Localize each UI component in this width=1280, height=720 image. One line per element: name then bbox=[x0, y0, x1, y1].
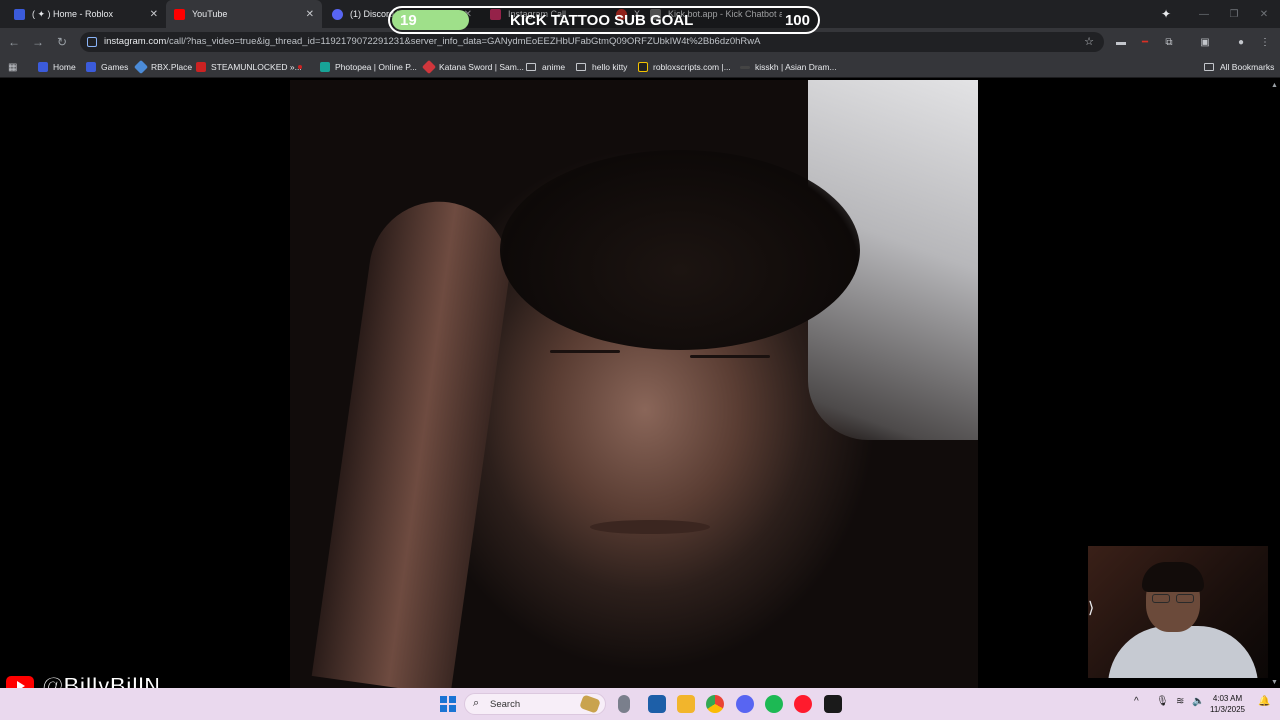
shirt-shape bbox=[1108, 626, 1258, 678]
roblox-favicon-icon bbox=[14, 8, 25, 20]
maximize-icon[interactable]: ❐ bbox=[1218, 0, 1250, 28]
bookmark-photopea[interactable]: Photopea | Online P... bbox=[320, 60, 417, 74]
side-panel-icon[interactable]: ▣ bbox=[1198, 35, 1212, 49]
chrome-app-icon[interactable] bbox=[706, 695, 724, 713]
taskbar-search[interactable]: ⌕ Search bbox=[464, 693, 606, 715]
clock-date: 11/3/2025 bbox=[1210, 705, 1245, 714]
sub-goal-overlay: 19 KICK TATTOO SUB GOAL 100 bbox=[388, 6, 820, 34]
url-text: instagram.com/call/?has_video=true&ig_th… bbox=[104, 36, 761, 47]
bookmark-untitled[interactable] bbox=[298, 60, 307, 74]
bookmark-games[interactable]: Games bbox=[86, 60, 128, 74]
goal-target: 100 bbox=[784, 12, 810, 29]
widgets-app-icon[interactable] bbox=[648, 695, 666, 713]
reload-icon[interactable]: ↻ bbox=[54, 34, 70, 50]
page-scrollbar[interactable]: ▲ ▼ bbox=[1268, 80, 1280, 688]
goal-title: KICK TATTOO SUB GOAL bbox=[510, 12, 694, 29]
arm-shape bbox=[311, 192, 519, 688]
close-icon[interactable]: ✕ bbox=[150, 9, 158, 20]
bookmark-katana-sword[interactable]: Katana Sword | Sam... bbox=[421, 59, 524, 75]
taskbar: ⌕ Search ^ 🎙 ≋ 🔈 4:03 AM 11/3/2025 🔔 bbox=[0, 688, 1280, 720]
discord-app-icon[interactable] bbox=[736, 695, 754, 713]
bookmark-steamunlocked[interactable]: STEAMUNLOCKED »... bbox=[196, 60, 302, 74]
youtube-favicon-icon bbox=[174, 8, 185, 20]
address-bar[interactable]: instagram.com/call/?has_video=true&ig_th… bbox=[80, 32, 1104, 52]
all-bookmarks[interactable]: All Bookmarks bbox=[1204, 60, 1274, 74]
spotify-app-icon[interactable] bbox=[765, 695, 783, 713]
wifi-icon[interactable]: ≋ bbox=[1176, 696, 1184, 707]
bookmark-folder-anime[interactable]: anime bbox=[526, 60, 565, 74]
search-highlight-icon bbox=[579, 694, 601, 714]
record-extension-icon[interactable]: ━ bbox=[1138, 35, 1152, 49]
scroll-up-icon[interactable]: ▲ bbox=[1271, 82, 1278, 89]
roblox-icon bbox=[86, 62, 96, 72]
gemini-sparkle-icon[interactable]: ✦ bbox=[1150, 0, 1182, 28]
bookmark-home[interactable]: Home bbox=[38, 60, 76, 74]
chevron-up-icon[interactable]: ^ bbox=[1134, 696, 1139, 707]
profile-avatar-icon[interactable]: ● bbox=[1234, 35, 1248, 49]
goal-current: 19 bbox=[400, 12, 417, 29]
extensions-puzzle-icon[interactable]: ⧉ bbox=[1162, 35, 1176, 49]
red-dot-icon bbox=[298, 65, 302, 69]
search-icon: ⌕ bbox=[473, 697, 480, 709]
glasses-right bbox=[1176, 594, 1194, 603]
folder-icon bbox=[1204, 63, 1214, 71]
mouse-app-icon[interactable] bbox=[618, 695, 630, 713]
kisskh-icon bbox=[740, 65, 750, 69]
bookmark-rbxplace[interactable]: RBX.Place bbox=[133, 59, 192, 75]
chevron-right-icon[interactable]: ⟩ bbox=[1088, 598, 1094, 618]
glasses-left bbox=[1152, 594, 1170, 603]
bookmark-robloxscripts[interactable]: robloxscripts.com |... bbox=[638, 60, 731, 74]
hair-shape bbox=[500, 150, 860, 350]
photopea-icon bbox=[320, 62, 330, 72]
roblox-icon bbox=[38, 62, 48, 72]
dark-app-icon[interactable] bbox=[824, 695, 842, 713]
close-icon[interactable]: ✕ bbox=[306, 9, 314, 20]
minimize-icon[interactable]: — bbox=[1188, 0, 1220, 28]
remote-video-feed bbox=[290, 80, 978, 688]
apps-grid-icon[interactable]: ▦ bbox=[8, 60, 17, 74]
folder-icon bbox=[526, 63, 536, 71]
mouth-shape bbox=[590, 520, 710, 534]
tab-youtube[interactable]: YouTube ✕ bbox=[166, 0, 322, 28]
bookmark-kisskh[interactable]: kisskh | Asian Dram... bbox=[740, 60, 837, 74]
self-view-video[interactable] bbox=[1088, 546, 1268, 678]
back-icon[interactable]: ← bbox=[6, 34, 22, 50]
extension-icon[interactable]: ▬ bbox=[1114, 35, 1128, 49]
scroll-down-icon[interactable]: ▼ bbox=[1271, 679, 1278, 686]
tab-roblox[interactable]: ( ✦ ) Home - Roblox ✕ bbox=[6, 0, 166, 28]
bookmark-folder-hello-kitty[interactable]: hello kitty bbox=[576, 60, 627, 74]
system-clock[interactable]: 4:03 AM 11/3/2025 bbox=[1210, 693, 1245, 715]
call-stage bbox=[0, 80, 1268, 688]
bookmarks-bar: ▦ Home Games RBX.Place STEAMUNLOCKED »..… bbox=[0, 56, 1280, 78]
bookmark-star-icon[interactable]: ☆ bbox=[1084, 35, 1094, 48]
closed-eye-left bbox=[550, 350, 620, 353]
windows-start-icon[interactable] bbox=[440, 696, 456, 712]
menu-kebab-icon[interactable]: ⋮ bbox=[1258, 35, 1272, 49]
steamunlocked-icon bbox=[196, 62, 206, 72]
window-close-icon[interactable]: ✕ bbox=[1248, 0, 1280, 28]
site-info-icon[interactable] bbox=[87, 37, 97, 47]
folder-icon bbox=[576, 63, 586, 71]
opera-app-icon[interactable] bbox=[794, 695, 812, 713]
volume-icon[interactable]: 🔈 bbox=[1192, 696, 1204, 707]
clock-time: 4:03 AM bbox=[1212, 694, 1243, 703]
discord-favicon-icon bbox=[332, 8, 343, 20]
search-label: Search bbox=[490, 699, 521, 710]
file-explorer-icon[interactable] bbox=[677, 695, 695, 713]
tab-label: ( ✦ ) Home - Roblox bbox=[32, 8, 114, 19]
tab-label: YouTube bbox=[192, 9, 228, 19]
katana-icon bbox=[421, 59, 437, 75]
forward-icon[interactable]: → bbox=[30, 34, 46, 50]
microphone-icon[interactable]: 🎙 bbox=[1156, 696, 1169, 707]
rbxplace-icon bbox=[133, 59, 149, 75]
closed-eye-right bbox=[690, 355, 770, 358]
notification-bell-icon[interactable]: 🔔 bbox=[1258, 696, 1270, 707]
hair-shape bbox=[1142, 562, 1204, 592]
robloxscripts-icon bbox=[638, 62, 648, 72]
